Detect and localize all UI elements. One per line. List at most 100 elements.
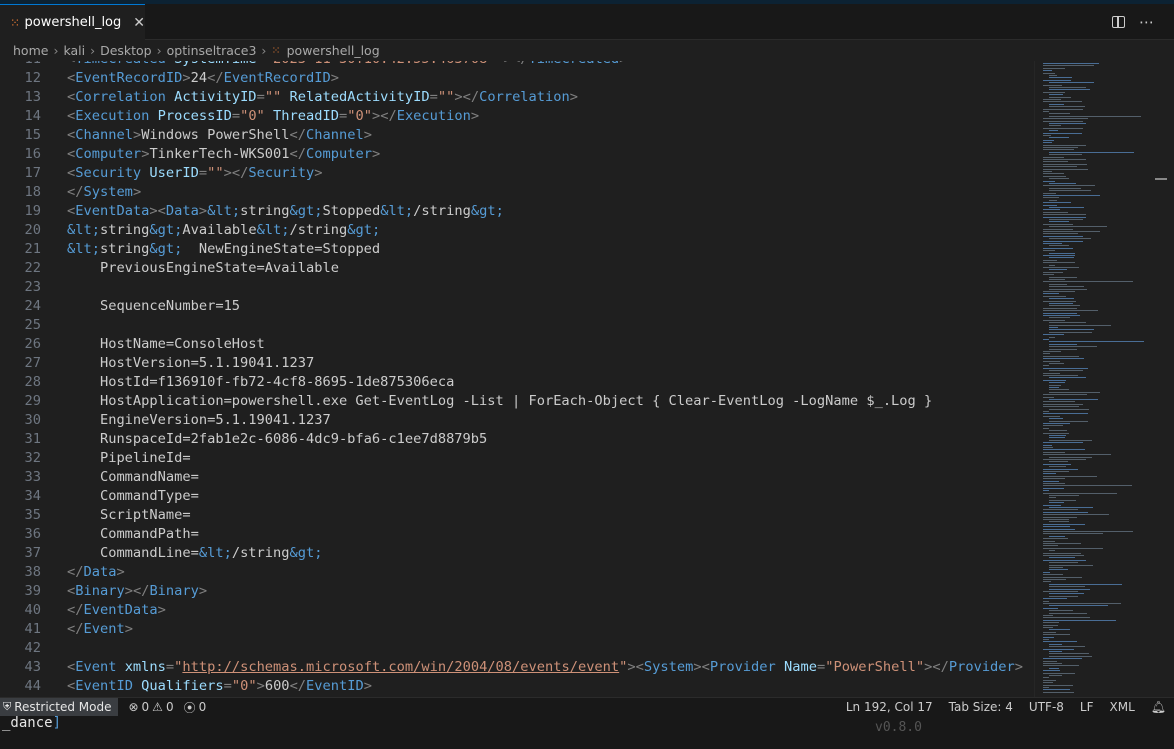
breadcrumb-item[interactable]: powershell_log [287,43,380,58]
code-text: CommandPath= [67,525,199,544]
minimap-line [1049,593,1084,595]
encoding[interactable]: UTF-8 [1029,700,1064,714]
code-token: = [429,89,438,105]
code-token: SystemTime [166,61,256,67]
code-token: HostApplication=powershell.exe Get-Event… [67,393,933,409]
bell-icon[interactable]: 🔔︎ [1151,700,1166,714]
code-line[interactable]: 25 [0,316,1034,335]
line-ending[interactable]: LF [1080,700,1094,714]
minimap-line [1043,195,1100,196]
code-token: "" [437,89,455,105]
breadcrumb-item[interactable]: home [13,43,48,58]
code-line[interactable]: 32 PipelineId= [0,449,1034,468]
code-line[interactable]: 43 <Event xmlns="http://schemas.microsoft… [0,658,1034,677]
minimap-line [1049,461,1068,463]
code-line[interactable]: 19 <EventData><Data>&lt;string&gt;Stopped… [0,202,1034,221]
code-text: PipelineId= [67,449,191,468]
tab-size[interactable]: Tab Size: 4 [949,700,1013,714]
code-line[interactable]: 18 </System> [0,183,1034,202]
code-line[interactable]: 30 EngineVersion=5.1.19041.1237 [0,411,1034,430]
breadcrumb-item[interactable]: optinseltrace3 [167,43,257,58]
minimap-line [1043,235,1083,237]
code-line[interactable]: 39 <Binary></Binary> [0,582,1034,601]
code-text: CommandLine=&lt;/string&gt; [67,544,323,563]
cursor-position[interactable]: Ln 192, Col 17 [846,700,933,714]
minimap-line [1049,363,1064,364]
minimap-line [1043,485,1132,487]
split-editor-icon[interactable] [1112,15,1125,28]
warning-icon: ⚠ [152,700,163,714]
code-line[interactable]: 24 SequenceNumber=15 [0,297,1034,316]
code-editor[interactable]: 11<TimeCreated SystemTime="2023-11-30T10… [0,61,1034,697]
minimap-scroll-indicator[interactable] [1155,178,1167,180]
ports-indicator[interactable]: ⦿ 0 [184,699,207,716]
broadcast-icon: ⦿ [183,700,196,715]
code-line[interactable]: 33 CommandName= [0,468,1034,487]
code-line[interactable]: 26 HostName=ConsoleHost [0,335,1034,354]
code-line[interactable]: 36 CommandPath= [0,525,1034,544]
code-token: "" [207,165,224,181]
code-line[interactable]: 44 <EventID Qualifiers="0">600</EventID> [0,677,1034,696]
code-token: </ [67,602,84,618]
language-mode[interactable]: XML [1110,700,1135,714]
code-line[interactable]: 21 &lt;string&gt; NewEngineState=Stopped [0,240,1034,259]
minimap-line [1049,317,1070,319]
code-token: EngineVersion=5.1.19041.1237 [67,412,331,428]
breadcrumb-item[interactable]: Desktop [100,43,152,58]
warning-count: 0 [165,700,174,714]
code-line[interactable]: 31 RunspaceId=2fab1e2c-6086-4dc9-bfa6-c1… [0,430,1034,449]
code-line[interactable]: 11<TimeCreated SystemTime="2023-11-30T10… [0,61,1034,69]
code-line[interactable]: 15 <Channel>Windows PowerShell</Channel> [0,126,1034,145]
breadcrumb-item[interactable]: kali [63,43,85,58]
minimap-line [1049,341,1144,343]
minimap[interactable] [1034,61,1174,697]
minimap-line [1049,408,1089,410]
restricted-mode-indicator[interactable]: ⛨ Restricted Mode [0,698,119,716]
minimap-line [1043,135,1051,136]
code-line[interactable]: 35 ScriptName= [0,506,1034,525]
code-line[interactable]: 17 <Security UserID=""></Security> [0,164,1034,183]
minimap-line [1043,641,1077,643]
problems-indicator[interactable]: ⊗ 0 ⚠ 0 [128,700,173,714]
code-line[interactable]: 42 [0,639,1034,658]
minimap-line [1049,77,1072,79]
code-line[interactable]: 13 <Correlation ActivityID="" RelatedActi… [0,88,1034,107]
minimap-line [1043,442,1083,444]
minimap-line [1043,682,1053,684]
code-token: &lt; [256,222,290,238]
minimap-line [1049,190,1091,192]
minimap-line [1043,67,1065,69]
restricted-mode-label: Restricted Mode [14,700,112,714]
minimap-line [1043,211,1068,213]
line-number: 20 [24,222,41,238]
tab-powershell-log[interactable]: ⁙ powershell_log ✕ [0,4,145,40]
code-line[interactable]: 20 &lt;string&gt;Available&lt;/string&gt; [0,221,1034,240]
code-token: ></ [454,89,480,105]
code-token: > [330,70,339,86]
code-line[interactable]: 28 HostId=f136910f-fb72-4cf8-8695-1de875… [0,373,1034,392]
code-line[interactable]: 38 </Data> [0,563,1034,582]
minimap-line [1043,663,1062,664]
code-token: </ [67,184,84,200]
code-line[interactable]: 40 </EventData> [0,601,1034,620]
code-line[interactable]: 16 <Computer>TinkerTech-WKS001</Computer> [0,145,1034,164]
code-token: UserID [141,165,199,181]
code-text: ScriptName= [67,506,191,525]
code-line[interactable]: 29 HostApplication=powershell.exe Get-Ev… [0,392,1034,411]
code-line[interactable]: 27 HostVersion=5.1.19041.1237 [0,354,1034,373]
code-line[interactable]: 37 CommandLine=&lt;/string&gt; [0,544,1034,563]
code-line[interactable]: 34 CommandType= [0,487,1034,506]
more-actions-icon[interactable]: ⋯ [1139,13,1154,31]
minimap-line [1043,120,1083,122]
code-text: </Data> [67,563,125,582]
code-token: = [231,108,241,124]
minimap-line [1043,526,1070,528]
code-line[interactable]: 41 </Event> [0,620,1034,639]
code-line[interactable]: 23 [0,278,1034,297]
close-icon[interactable]: ✕ [133,15,145,31]
code-line[interactable]: 22 PreviousEngineState=Available [0,259,1034,278]
code-line[interactable]: 14 <Execution ProcessID="0" ThreadID="0">… [0,107,1034,126]
rss-file-icon: ⁙ [10,15,21,30]
code-line[interactable]: 12 <EventRecordID>24</EventRecordID> [0,69,1034,88]
line-number: 30 [24,412,41,428]
